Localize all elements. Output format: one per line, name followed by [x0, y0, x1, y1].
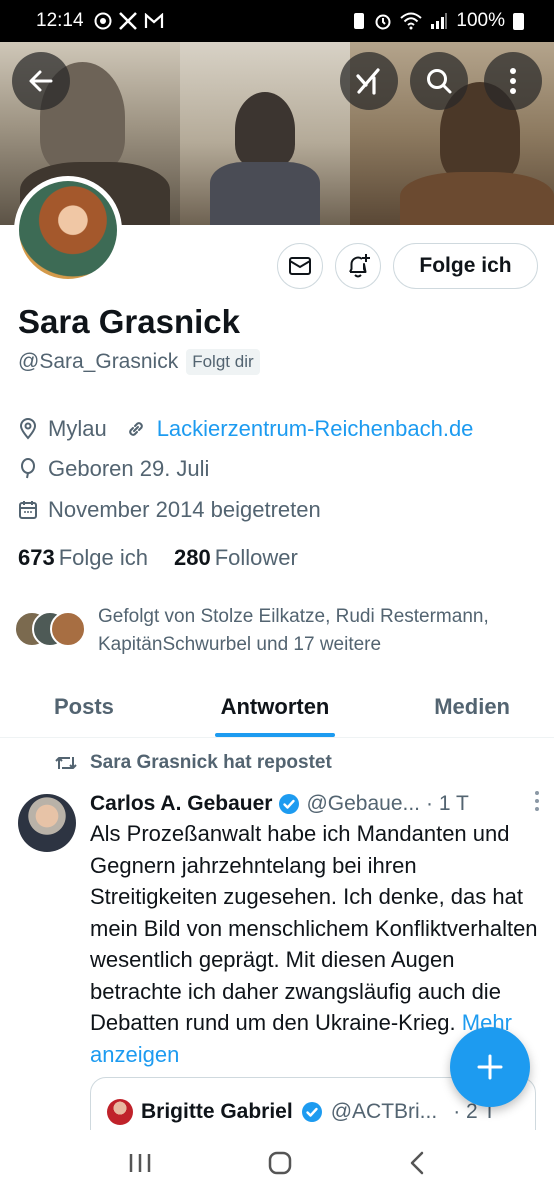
grok-button[interactable] — [340, 52, 398, 110]
message-button[interactable] — [277, 243, 323, 289]
tab-replies[interactable]: Antworten — [170, 676, 380, 737]
quote-author-handle: @ACTBri... — [330, 1100, 438, 1123]
following-stat[interactable]: 673 Folge ich — [18, 545, 148, 571]
joined-row: November 2014 beigetreten — [18, 497, 321, 523]
follows-you-badge: Folgt dir — [186, 349, 260, 375]
birthday-row: Geboren 29. Juli — [18, 456, 209, 482]
plus-icon — [477, 1054, 503, 1080]
tab-posts[interactable]: Posts — [0, 676, 170, 737]
repost-label: Sara Grasnick hat repostet — [90, 752, 332, 773]
arrow-left-icon — [29, 70, 53, 92]
followed-by[interactable]: Gefolgt von Stolze Eilkatze, Rudi Rester… — [14, 603, 538, 659]
chevron-left-icon — [410, 1151, 424, 1174]
location-website-row: Mylau Lackierzentrum-Reichenbach.de — [18, 416, 473, 442]
quote-author-avatar — [107, 1099, 133, 1125]
bell-plus-icon — [349, 254, 370, 278]
verified-badge-icon — [301, 1102, 322, 1122]
signal-icon — [431, 13, 448, 29]
vibrate-icon — [354, 13, 365, 29]
avatar — [50, 611, 86, 647]
status-time: 12:14 — [36, 10, 84, 31]
notification-icons — [94, 12, 164, 30]
balloon-icon — [21, 458, 35, 479]
recents-button[interactable] — [127, 1152, 153, 1179]
back-button[interactable] — [12, 52, 70, 110]
search-button[interactable] — [410, 52, 468, 110]
followers-label: Follower — [214, 545, 298, 570]
profile-tabs: Posts Antworten Medien — [0, 676, 554, 738]
handle-row: @Sara_Grasnick Folgt dir — [18, 349, 260, 375]
followed-by-text: Gefolgt von Stolze Eilkatze, Rudi Rester… — [98, 606, 489, 655]
tweet-author-name[interactable]: Carlos A. Gebauer — [90, 792, 272, 816]
more-vertical-icon — [535, 791, 539, 811]
recents-icon — [129, 1153, 151, 1172]
quote-author-name: Brigitte Gabriel — [141, 1100, 293, 1123]
wifi-icon — [400, 12, 423, 30]
gmail-icon — [144, 13, 163, 28]
chrome-icon — [94, 12, 112, 30]
following-label: Folge ich — [58, 545, 148, 570]
follow-button[interactable]: Folge ich — [393, 243, 538, 289]
home-button[interactable] — [267, 1150, 293, 1181]
followers-count: 280 — [174, 545, 211, 570]
battery-percent: 100% — [456, 10, 505, 31]
profile-birthday: Geboren 29. Juli — [48, 456, 210, 481]
tweet-more-button[interactable] — [534, 790, 540, 818]
search-icon — [427, 69, 452, 94]
follower-avatars — [14, 611, 88, 651]
x-logo-icon — [118, 12, 137, 30]
alarm-icon — [375, 14, 391, 30]
tweet-body-text: Als Prozeßanwalt habe ich Mandanten und … — [90, 821, 538, 1035]
tab-media[interactable]: Medien — [380, 676, 554, 737]
repost-indicator: Sara Grasnick hat repostet — [54, 752, 332, 774]
more-vertical-icon — [510, 68, 516, 94]
repost-icon — [55, 757, 77, 769]
grok-icon — [356, 68, 380, 95]
tweet-author-handle[interactable]: @Gebaue... — [306, 792, 420, 816]
location-pin-icon — [19, 418, 37, 440]
followers-stat[interactable]: 280 Follower — [174, 545, 298, 571]
more-options-button[interactable] — [484, 52, 542, 110]
tweet-time[interactable]: · 1 T — [426, 792, 469, 816]
avatar-image — [19, 181, 117, 279]
battery-icon — [513, 12, 524, 30]
mail-icon — [289, 257, 311, 275]
verified-badge-icon — [279, 794, 300, 814]
tweet-author-avatar[interactable] — [18, 794, 76, 852]
system-back-button[interactable] — [407, 1150, 427, 1181]
profile-avatar[interactable] — [14, 176, 122, 284]
notifications-button[interactable] — [335, 243, 381, 289]
profile-joined: November 2014 beigetreten — [48, 497, 321, 522]
calendar-icon — [19, 501, 37, 519]
following-count: 673 — [18, 545, 55, 570]
system-navigation-bar — [0, 1130, 554, 1200]
tweet-header: Carlos A. Gebauer @Gebaue... · 1 T — [90, 790, 540, 818]
follow-stats: 673 Folge ich 280 Follower — [18, 545, 298, 571]
profile-location: Mylau — [48, 416, 107, 441]
home-icon — [268, 1151, 292, 1174]
profile-handle: @Sara_Grasnick — [18, 350, 179, 373]
compose-post-button[interactable] — [450, 1027, 530, 1107]
profile-website-link[interactable]: Lackierzentrum-Reichenbach.de — [157, 416, 474, 442]
profile-name: Sara Grasnick — [18, 303, 240, 340]
link-icon — [128, 422, 143, 436]
status-bar: 12:14 100% — [0, 0, 554, 42]
